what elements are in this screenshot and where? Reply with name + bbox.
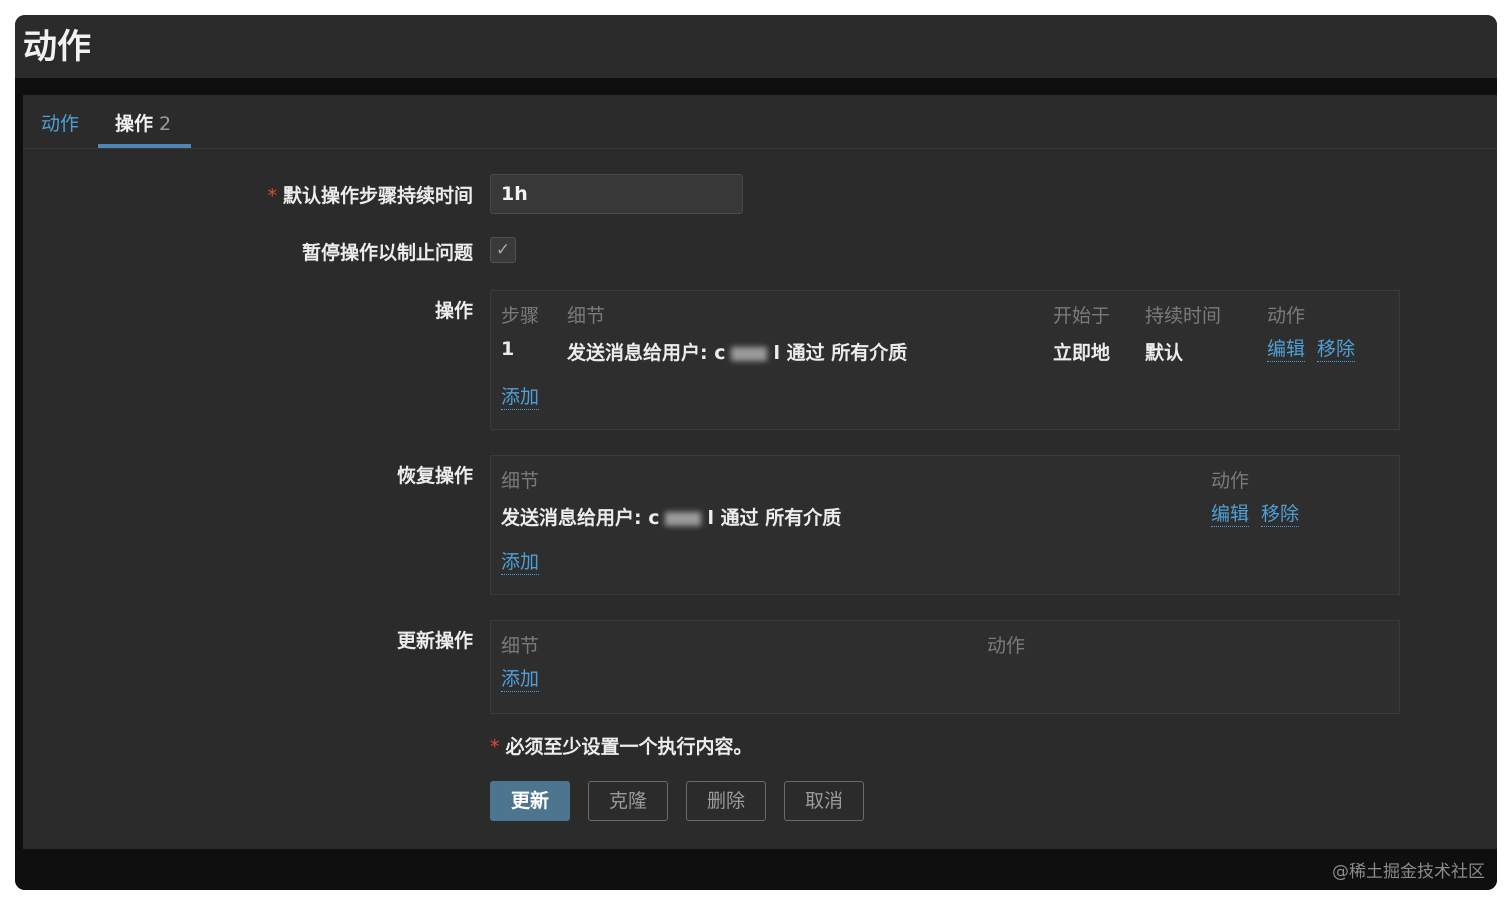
- bottom-bar: [15, 849, 1497, 890]
- col-start: 开始于: [1053, 305, 1111, 327]
- recovery-detail: 发送消息给用户: c l 通过 所有介质: [501, 503, 841, 530]
- update-ops-label: 更新操作: [396, 630, 473, 652]
- operations-table: 步骤 细节 开始于 持续时间 动作 1 发送消息给用户: cl 通过 所有介质 …: [490, 290, 1400, 430]
- cancel-button[interactable]: 取消: [784, 781, 864, 821]
- header-strip: [15, 78, 1497, 95]
- clone-button[interactable]: 克隆: [588, 781, 668, 821]
- step-duration-label: * 默认操作步骤持续时间: [113, 181, 473, 208]
- tab-operations[interactable]: 操作 2: [115, 109, 171, 136]
- step-duration-label-text: 默认操作步骤持续时间: [282, 185, 473, 207]
- recovery-remove-link[interactable]: 移除: [1261, 502, 1300, 527]
- recovery-detail-prefix: 发送消息给用户: c: [501, 507, 660, 529]
- col-action: 动作: [1211, 470, 1250, 492]
- col-detail: 细节: [501, 635, 540, 657]
- col-duration: 持续时间: [1145, 305, 1222, 327]
- recovery-label: 恢复操作: [396, 465, 473, 487]
- delete-button[interactable]: 删除: [686, 781, 766, 821]
- active-tab-indicator: [98, 144, 191, 148]
- op-start: 立即地: [1053, 342, 1111, 364]
- op-step: 1: [501, 338, 515, 360]
- col-detail: 细节: [501, 470, 540, 492]
- col-action: 动作: [1267, 305, 1306, 327]
- tab-bar: 动作 操作 2: [23, 95, 1497, 149]
- op-detail-prefix: 发送消息给用户: c: [567, 342, 726, 364]
- recovery-table: 细节 动作 发送消息给用户: c l 通过 所有介质 编辑 移除 添加: [490, 455, 1400, 595]
- page-title: 动作: [23, 27, 91, 67]
- op-add-link[interactable]: 添加: [501, 385, 540, 410]
- tab-operations-count: 2: [159, 113, 172, 135]
- required-note: * 必须至少设置一个执行内容。: [490, 732, 753, 759]
- pause-label: 暂停操作以制止问题: [301, 242, 473, 264]
- recovery-add-link[interactable]: 添加: [501, 550, 540, 575]
- required-note-text: 必须至少设置一个执行内容。: [505, 736, 753, 758]
- app-window: 动作 动作 操作2 *默认操作步骤持续时间 暂停操作以制止问题 ✓ 操作 步骤 …: [15, 15, 1497, 890]
- op-remove-link[interactable]: 移除: [1317, 337, 1356, 362]
- tab-actions[interactable]: 动作: [41, 109, 79, 136]
- required-mark: *: [490, 736, 500, 758]
- op-detail-suffix: l 通过 所有介质: [773, 342, 908, 364]
- recovery-edit-link[interactable]: 编辑: [1211, 502, 1250, 527]
- redacted-text: [731, 346, 768, 361]
- required-mark: *: [267, 185, 277, 207]
- title-bar: 动作: [15, 15, 1497, 78]
- col-action: 动作: [987, 635, 1026, 657]
- redacted-text: [665, 511, 702, 526]
- op-detail: 发送消息给用户: c l 通过 所有介质: [567, 338, 907, 365]
- main-content: 动作 操作2 *默认操作步骤持续时间 暂停操作以制止问题 ✓ 操作 步骤 细节 …: [23, 95, 1497, 849]
- op-duration: 默认: [1145, 342, 1184, 364]
- update-add-link[interactable]: 添加: [501, 667, 540, 692]
- update-ops-table: 细节 动作 添加: [490, 620, 1400, 714]
- tab-operations-label: 操作: [115, 113, 154, 135]
- pause-checkbox[interactable]: ✓: [490, 237, 516, 263]
- op-edit-link[interactable]: 编辑: [1267, 337, 1306, 362]
- col-step: 步骤: [501, 305, 540, 327]
- col-detail: 细节: [567, 305, 606, 327]
- recovery-detail-suffix: l 通过 所有介质: [707, 507, 842, 529]
- check-icon: ✓: [495, 240, 511, 260]
- step-duration-input[interactable]: [490, 174, 743, 214]
- update-button[interactable]: 更新: [490, 781, 570, 821]
- watermark: @稀土掘金技术社区: [1332, 862, 1485, 882]
- operations-label: 操作: [434, 300, 473, 322]
